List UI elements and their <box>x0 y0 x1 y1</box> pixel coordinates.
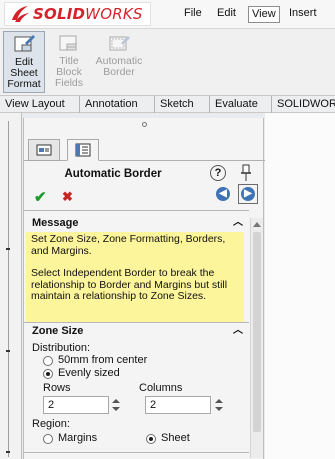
ok-button[interactable]: ✔ <box>34 188 47 206</box>
panel-tabs <box>24 137 265 161</box>
automatic-border-button[interactable]: Automatic Border <box>90 31 148 93</box>
radio-margins[interactable] <box>43 434 53 444</box>
message-header-label: Message <box>32 217 79 229</box>
solidworks-logo[interactable]: SOLIDWORKS <box>4 2 151 26</box>
divider <box>8 121 9 457</box>
scroll-up-icon[interactable] <box>253 222 261 227</box>
brand-rest: WORKS <box>85 5 143 23</box>
back-button[interactable]: ◀ <box>213 184 233 204</box>
edit-sheet-format-icon <box>14 35 35 52</box>
panel-title: Automatic Border <box>64 168 162 180</box>
automatic-border-line2: Border <box>103 66 135 78</box>
radio-evenly-sized-label: Evenly sized <box>58 367 120 379</box>
feature-tree-icon <box>36 144 52 156</box>
left-strip <box>0 113 22 459</box>
message-box: Set Zone Size, Zone Formatting, Borders,… <box>26 232 244 322</box>
brand-main: SOLID <box>33 5 86 23</box>
feature-tree-tab[interactable] <box>28 139 60 161</box>
radio-evenly-sized[interactable] <box>43 369 53 379</box>
columns-stepper[interactable] <box>214 396 224 414</box>
increment-icon[interactable] <box>215 399 223 403</box>
title-block-line3: Fields <box>54 77 83 89</box>
rows-label: Rows <box>43 382 71 394</box>
columns-input[interactable]: 2 <box>145 396 211 414</box>
graphics-area[interactable] <box>265 113 335 459</box>
collapse-icon[interactable]: ︿ <box>233 322 243 340</box>
property-manager-icon <box>75 143 91 157</box>
edit-sheet-format-line3: Format <box>7 78 41 90</box>
rows-stepper[interactable] <box>111 396 121 414</box>
radio-sheet[interactable] <box>146 434 156 444</box>
tab-evaluate[interactable]: Evaluate <box>210 96 272 113</box>
ds-logo-icon <box>9 3 31 25</box>
message-text-1: Set Zone Size, Zone Formatting, Borders,… <box>31 233 226 257</box>
help-icon[interactable]: ? <box>210 165 226 181</box>
title-block-fields-button[interactable]: Title Block Fields <box>50 31 88 93</box>
tick-mark <box>6 248 10 250</box>
rows-input[interactable]: 2 <box>43 396 109 414</box>
property-manager-tab[interactable] <box>67 139 99 161</box>
message-text-2: Select Independent Border to break the r… <box>31 267 228 302</box>
title-bar: SOLIDWORKS File Edit View Insert <box>0 0 335 29</box>
next-button[interactable]: ▶ <box>238 184 258 204</box>
panel-scrollbar[interactable] <box>250 218 263 458</box>
tick-mark <box>6 350 10 352</box>
pin-icon[interactable] <box>239 164 253 182</box>
menu-view[interactable]: View <box>248 6 280 23</box>
command-manager: Edit Sheet Format Title Block Fields Aut… <box>0 29 335 95</box>
tab-annotation[interactable]: Annotation <box>80 96 155 113</box>
command-tabs: View Layout Annotation Sketch Evaluate S… <box>0 95 335 113</box>
panel-handle[interactable] <box>142 122 147 127</box>
zone-size-section-header[interactable]: Zone Size ︿ <box>24 322 249 340</box>
scroll-thumb[interactable] <box>253 232 261 432</box>
menu-edit[interactable]: Edit <box>214 6 239 23</box>
tick-mark <box>6 451 10 453</box>
decrement-icon[interactable] <box>215 407 223 411</box>
menu-insert[interactable]: Insert <box>286 6 320 23</box>
tab-sketch[interactable]: Sketch <box>155 96 210 113</box>
arrow-right-icon: ▶ <box>241 187 255 201</box>
tab-view-layout[interactable]: View Layout <box>0 96 80 113</box>
radio-margins-label: Margins <box>58 432 98 444</box>
title-block-icon <box>59 35 77 51</box>
menu-file[interactable]: File <box>181 6 205 23</box>
tab-solidworks[interactable]: SOLIDWORKS <box>272 96 335 113</box>
radio-sheet-label: Sheet <box>161 432 190 444</box>
zone-size-header-label: Zone Size <box>32 325 84 337</box>
automatic-border-icon <box>109 36 130 51</box>
divider <box>24 210 249 211</box>
distribution-label: Distribution: <box>32 342 91 354</box>
divider <box>24 452 249 453</box>
increment-icon[interactable] <box>112 399 120 403</box>
property-manager: Automatic Border ? ✔ ✖ ◀ ▶ Message ︿ Set… <box>23 118 265 459</box>
message-section-header[interactable]: Message ︿ <box>24 214 249 232</box>
radio-50mm-from-center[interactable] <box>43 356 53 366</box>
region-label: Region: <box>32 418 70 430</box>
edit-sheet-format-button[interactable]: Edit Sheet Format <box>3 31 45 93</box>
arrow-left-icon: ◀ <box>216 187 230 201</box>
cancel-button[interactable]: ✖ <box>62 189 73 205</box>
decrement-icon[interactable] <box>112 407 120 411</box>
columns-label: Columns <box>139 382 183 394</box>
collapse-icon[interactable]: ︿ <box>233 214 243 232</box>
radio-50mm-label: 50mm from center <box>58 354 148 366</box>
